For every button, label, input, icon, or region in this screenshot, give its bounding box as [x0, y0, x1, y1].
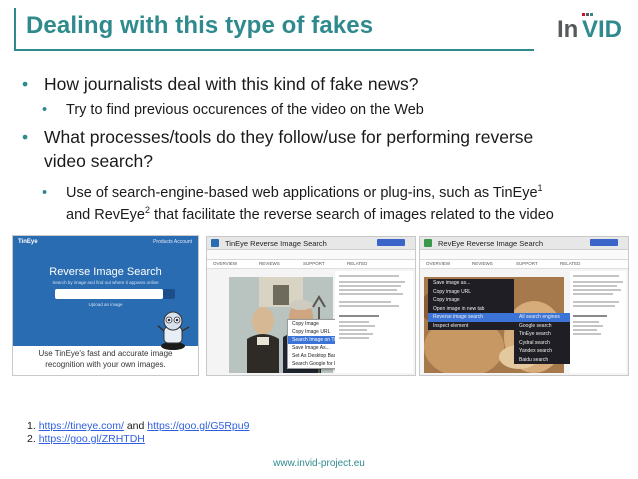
title-underline — [14, 49, 534, 51]
footnote-1: 1. https://tineye.com/ and https://goo.g… — [27, 420, 250, 432]
bullet-1-sub-text: Try to find previous occurences of the v… — [66, 102, 424, 118]
submenu-item: Yandex search — [519, 348, 552, 354]
submenu-item: TinEye search — [519, 331, 551, 337]
bullet-2-line1: What processes/tools do they follow/use … — [44, 127, 534, 147]
tineye-heading: Reverse Image Search — [49, 266, 162, 278]
submenu-item: Google search — [519, 322, 552, 329]
reveye-submenu: All search engines Google search TinEye … — [514, 313, 570, 364]
invid-logo: In VID — [557, 13, 622, 43]
menu-item-reverse-image-search: Reverse image search — [428, 313, 514, 322]
tineye-ext-add-button — [377, 239, 405, 246]
footnote-2: 2. https://goo.gl/ZRHTDH — [27, 433, 145, 445]
tineye-ext-title: TinEye Reverse Image Search — [225, 239, 327, 248]
goo-gl-zrhtdh-link[interactable]: https://goo.gl/ZRHTDH — [39, 433, 145, 445]
menu-item: Inspect element — [433, 322, 469, 329]
footer-url[interactable]: www.invid-project.eu — [0, 458, 638, 469]
logo-in-text: In — [557, 16, 578, 43]
tab-overview: OVERVIEW — [213, 261, 238, 266]
bullet-2-sub-line2: and RevEye2 that facilitate the reverse … — [66, 205, 554, 223]
tineye-robot-mascot-icon — [155, 311, 190, 350]
logo-vid-text: VID — [582, 16, 622, 43]
title-accent-bar — [14, 8, 16, 51]
reveye-ext-add-button — [590, 239, 618, 246]
reveye-ext-description — [570, 271, 626, 373]
reveye-ext-tabs: OVERVIEW REVIEWS SUPPORT RELATED — [420, 260, 628, 269]
reveye-ext-icon — [424, 239, 432, 247]
tineye-ext-titlebar: TinEye Reverse Image Search — [207, 237, 415, 250]
menu-item: Save image as... — [433, 280, 471, 286]
tineye-ext-tabs: OVERVIEW REVIEWS SUPPORT RELATED — [207, 260, 415, 269]
tineye-search-button — [163, 289, 175, 299]
tineye-tagline: Use TinEye's fast and accurate image rec… — [38, 349, 173, 369]
reveye-ext-urlbar — [420, 250, 628, 260]
footnote-ref-1: 1 — [537, 183, 543, 194]
slide-title: Dealing with this type of fakes — [26, 12, 374, 39]
bullet-1-text: How journalists deal with this kind of f… — [44, 74, 419, 94]
bullet-2-sub-line1: Use of search-engine-based web applicati… — [66, 183, 543, 201]
menu-item: Copy image URL — [433, 288, 472, 295]
tineye-homepage-screenshot: TinEye Products Account Reverse Image Se… — [12, 235, 199, 376]
reveye-extension-screenshot: RevEye Reverse Image Search OVERVIEW REV… — [419, 236, 629, 376]
tineye-subtitle: Search by image and find out where it ap… — [52, 280, 159, 285]
tab-support: SUPPORT — [303, 261, 325, 266]
reveye-context-menu: Save image as... Copy image URL Copy ima… — [428, 279, 514, 330]
tab-reviews: REVIEWS — [472, 261, 493, 266]
tab-reviews: REVIEWS — [259, 261, 280, 266]
tineye-ext-icon — [211, 239, 219, 247]
menu-item: Copy image — [433, 297, 460, 303]
tineye-ext-urlbar — [207, 250, 415, 260]
reveye-ext-title: RevEye Reverse Image Search — [438, 239, 544, 248]
goo-gl-g5rpu9-link[interactable]: https://goo.gl/G5Rpu9 — [147, 420, 249, 432]
menu-item: Open image in new tab — [433, 305, 485, 312]
tineye-brand: TinEye — [18, 239, 38, 245]
tab-support: SUPPORT — [516, 261, 538, 266]
tab-related: RELATED — [560, 261, 581, 266]
submenu-item: All search engines — [514, 313, 570, 322]
tineye-ext-description — [335, 271, 413, 373]
tineye-link[interactable]: https://tineye.com/ — [39, 420, 124, 432]
tineye-menu: Products Account — [153, 239, 192, 245]
submenu-item: Cydral search — [519, 339, 550, 346]
tineye-search-input — [55, 289, 163, 299]
tineye-upload-link: Upload an image — [88, 302, 123, 307]
tab-related: RELATED — [347, 261, 368, 266]
tab-overview: OVERVIEW — [426, 261, 451, 266]
reveye-ext-titlebar: RevEye Reverse Image Search — [420, 237, 628, 250]
submenu-item: Baidu search — [519, 356, 549, 363]
bullet-2-line2: video search? — [44, 151, 153, 171]
tineye-extension-screenshot: TinEye Reverse Image Search OVERVIEW REV… — [206, 236, 416, 376]
